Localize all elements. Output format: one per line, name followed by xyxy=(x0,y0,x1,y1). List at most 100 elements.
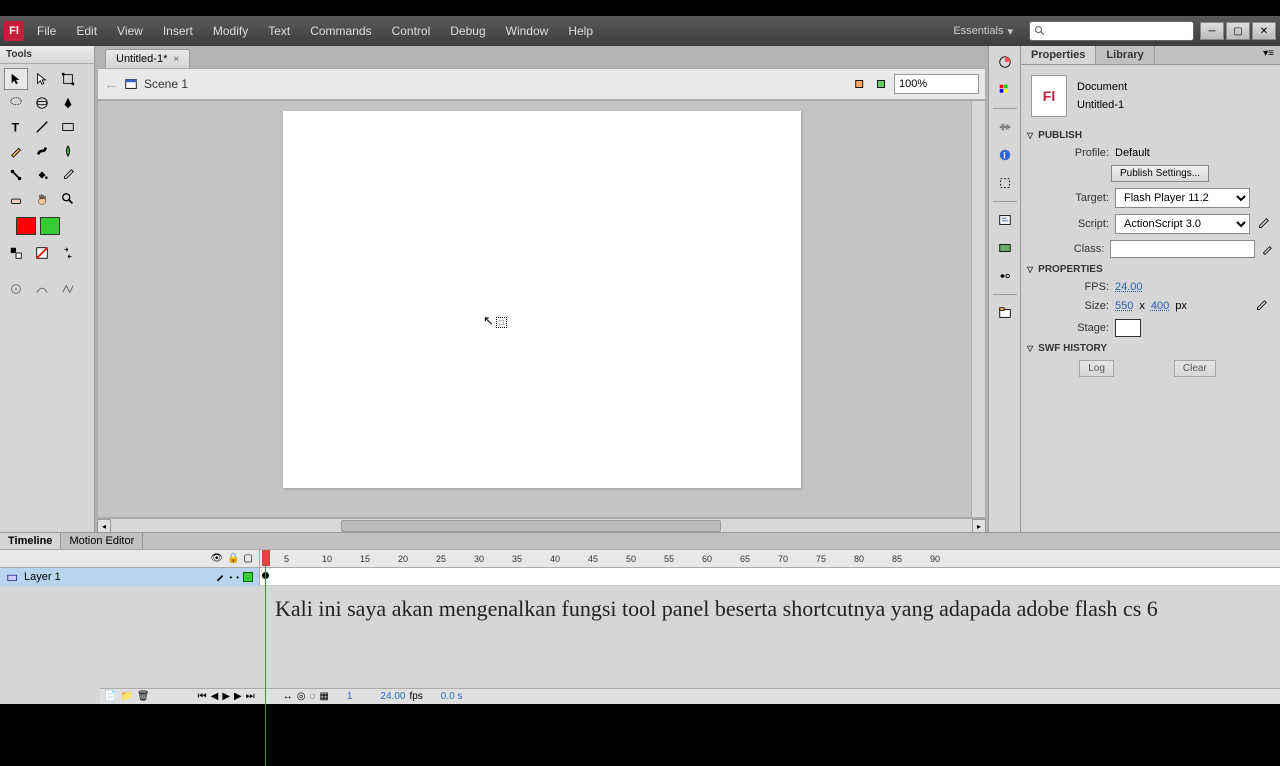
project-panel-icon[interactable] xyxy=(992,301,1018,325)
lasso-tool[interactable] xyxy=(4,92,28,114)
frames-area[interactable] xyxy=(260,568,1280,586)
snap-option-icon[interactable] xyxy=(4,278,28,300)
onion-skin-icon[interactable]: ◎ xyxy=(297,691,306,702)
motion-presets-icon[interactable] xyxy=(992,264,1018,288)
edit-scene-icon[interactable] xyxy=(854,77,868,91)
swap-colors-icon[interactable] xyxy=(56,242,80,264)
menu-view[interactable]: View xyxy=(114,22,146,40)
code-snippets-icon[interactable] xyxy=(992,208,1018,232)
text-tool[interactable]: T xyxy=(4,116,28,138)
paint-bucket-tool[interactable] xyxy=(30,164,54,186)
menu-file[interactable]: File xyxy=(34,22,59,40)
layer-name[interactable]: Layer 1 xyxy=(24,571,61,583)
menu-commands[interactable]: Commands xyxy=(307,22,374,40)
fps-display[interactable]: 24.00 xyxy=(380,691,405,702)
class-input[interactable] xyxy=(1110,240,1255,258)
section-properties[interactable]: ▽PROPERTIES xyxy=(1021,261,1280,278)
search-input[interactable] xyxy=(1029,21,1194,41)
scroll-left-icon[interactable]: ◂ xyxy=(97,519,111,533)
panel-menu-icon[interactable]: ▾≡ xyxy=(1257,46,1280,64)
menu-modify[interactable]: Modify xyxy=(210,22,251,40)
play-icon[interactable]: ▶ xyxy=(222,691,230,702)
clear-button[interactable]: Clear xyxy=(1174,360,1216,377)
document-tab[interactable]: Untitled-1* × xyxy=(105,49,190,68)
first-frame-icon[interactable]: ⏮ xyxy=(198,691,207,702)
eraser-tool[interactable] xyxy=(4,188,28,210)
no-color-icon[interactable] xyxy=(30,242,54,264)
scene-name[interactable]: Scene 1 xyxy=(144,77,188,91)
last-frame-icon[interactable]: ⏭ xyxy=(246,691,255,702)
fill-color-swatch[interactable] xyxy=(40,217,60,235)
close-button[interactable]: ✕ xyxy=(1252,22,1276,40)
pencil-tool[interactable] xyxy=(4,140,28,162)
stage-viewport[interactable]: ↖□ xyxy=(97,100,986,518)
3d-rotation-tool[interactable] xyxy=(30,92,54,114)
vertical-scrollbar[interactable] xyxy=(971,101,985,517)
close-tab-icon[interactable]: × xyxy=(173,54,179,65)
prev-frame-icon[interactable]: ◀ xyxy=(211,691,219,702)
eyedropper-tool[interactable] xyxy=(56,164,80,186)
line-tool[interactable] xyxy=(30,116,54,138)
menu-window[interactable]: Window xyxy=(503,22,552,40)
bone-tool[interactable] xyxy=(4,164,28,186)
tab-timeline[interactable]: Timeline xyxy=(0,533,61,549)
tab-motion-editor[interactable]: Motion Editor xyxy=(61,533,143,549)
eye-column-icon[interactable]: 👁 xyxy=(210,553,223,564)
free-transform-tool[interactable] xyxy=(56,68,80,90)
delete-layer-icon[interactable]: 🗑 xyxy=(137,691,150,702)
brush-tool[interactable] xyxy=(30,140,54,162)
playhead[interactable] xyxy=(262,550,270,586)
smooth-option-icon[interactable] xyxy=(30,278,54,300)
current-frame-value[interactable]: 1 xyxy=(347,691,353,702)
scroll-thumb[interactable] xyxy=(341,520,721,532)
hand-tool[interactable] xyxy=(30,188,54,210)
log-button[interactable]: Log xyxy=(1079,360,1114,377)
edit-symbols-icon[interactable] xyxy=(874,77,888,91)
lock-column-icon[interactable]: 🔒 xyxy=(227,553,239,564)
align-panel-icon[interactable] xyxy=(992,115,1018,139)
info-panel-icon[interactable]: i xyxy=(992,143,1018,167)
minimize-button[interactable]: ─ xyxy=(1200,22,1224,40)
menu-control[interactable]: Control xyxy=(389,22,434,40)
edit-class-icon[interactable] xyxy=(1261,242,1274,256)
next-frame-icon[interactable]: ▶ xyxy=(234,691,242,702)
color-panel-icon[interactable] xyxy=(992,50,1018,74)
rectangle-tool[interactable] xyxy=(56,116,80,138)
height-value[interactable]: 400 xyxy=(1151,300,1169,312)
stage[interactable] xyxy=(283,111,801,488)
maximize-button[interactable]: ▢ xyxy=(1226,22,1250,40)
selection-tool[interactable] xyxy=(4,68,28,90)
width-value[interactable]: 550 xyxy=(1115,300,1133,312)
new-folder-icon[interactable]: 📁 xyxy=(120,691,132,702)
stage-color-swatch[interactable] xyxy=(1115,319,1141,337)
menu-edit[interactable]: Edit xyxy=(73,22,100,40)
advanced-size-icon[interactable] xyxy=(1254,299,1268,313)
frame-ruler[interactable]: 51015202530354045505560657075808590 xyxy=(260,550,1280,567)
onion-skin-outline-icon[interactable]: ◌ xyxy=(309,691,315,702)
zoom-select[interactable] xyxy=(894,74,979,94)
center-frame-icon[interactable]: ↔ xyxy=(283,691,293,702)
stroke-color-swatch[interactable] xyxy=(16,217,36,235)
pen-tool[interactable] xyxy=(56,92,80,114)
tab-library[interactable]: Library xyxy=(1096,46,1154,64)
deco-tool[interactable] xyxy=(56,140,80,162)
edit-multiple-frames-icon[interactable]: ▦ xyxy=(319,691,328,702)
workspace-dropdown[interactable]: Essentials▾ xyxy=(945,22,1021,41)
subselection-tool[interactable] xyxy=(30,68,54,90)
menu-insert[interactable]: Insert xyxy=(160,22,196,40)
menu-text[interactable]: Text xyxy=(265,22,293,40)
horizontal-scrollbar[interactable]: ◂ ▸ xyxy=(97,518,986,532)
target-select[interactable]: Flash Player 11.2 xyxy=(1115,188,1250,208)
outline-column-icon[interactable]: ▢ xyxy=(244,553,253,564)
fps-value[interactable]: 24.00 xyxy=(1115,281,1143,293)
edit-script-icon[interactable] xyxy=(1256,217,1270,231)
layer-row[interactable]: Layer 1 •• xyxy=(0,568,260,586)
zoom-tool[interactable] xyxy=(56,188,80,210)
components-panel-icon[interactable] xyxy=(992,236,1018,260)
swatches-panel-icon[interactable] xyxy=(992,78,1018,102)
transform-panel-icon[interactable] xyxy=(992,171,1018,195)
scroll-right-icon[interactable]: ▸ xyxy=(972,519,986,533)
back-scene-icon[interactable]: ← xyxy=(104,76,118,92)
script-select[interactable]: ActionScript 3.0 xyxy=(1115,214,1250,234)
menu-debug[interactable]: Debug xyxy=(447,22,488,40)
